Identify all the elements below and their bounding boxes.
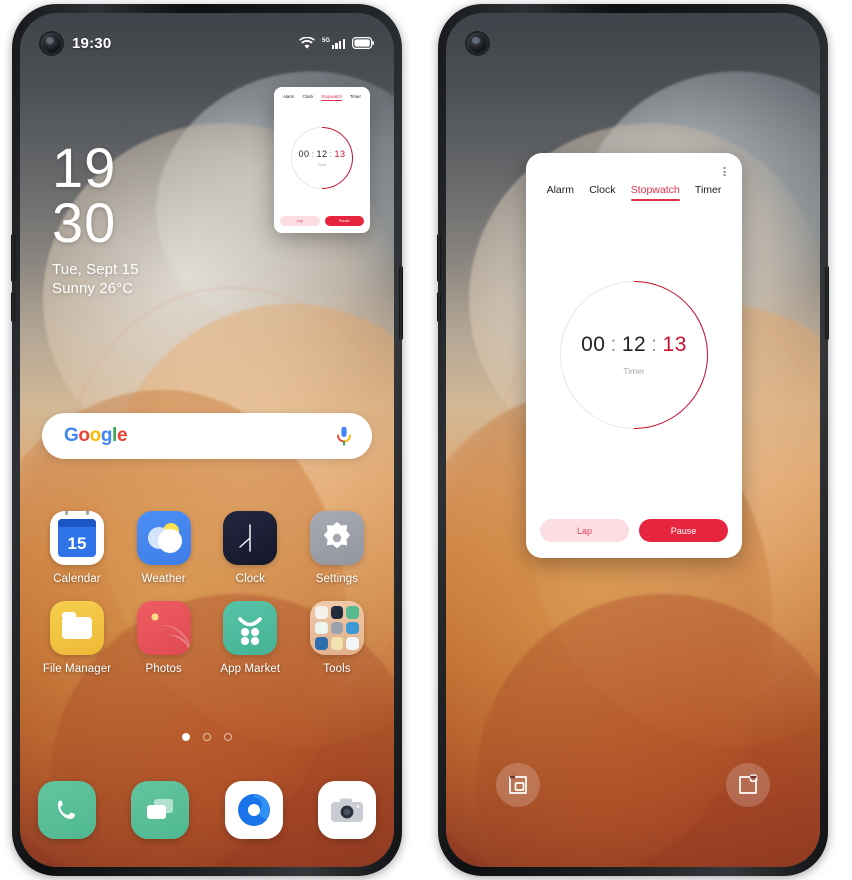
app-label: Weather	[141, 573, 186, 585]
floating-window-controls	[446, 763, 820, 807]
app-weather[interactable]: Weather	[125, 511, 203, 585]
app-label: Photos	[145, 663, 182, 675]
app-file-manager[interactable]: File Manager	[38, 601, 116, 675]
stopwatch-time: 00 : 12 : 13	[581, 333, 687, 357]
clock-widget-minutes: 30	[52, 191, 117, 255]
mini-window-tabs: Alarm Clock Stopwatch Timer	[274, 87, 370, 101]
status-bar-icons: 5G	[299, 36, 374, 50]
app-grid: 15 Calendar Weather Clock Settings File …	[38, 511, 376, 691]
volume-up-button[interactable]	[437, 234, 441, 282]
time-millis: 13	[662, 333, 687, 356]
app-photos[interactable]: Photos	[125, 601, 203, 675]
lap-button[interactable]: Lap	[280, 216, 320, 226]
app-label: File Manager	[42, 663, 112, 675]
app-market[interactable]: App Market	[211, 601, 289, 675]
stopwatch-sublabel: Timer	[317, 162, 327, 167]
stopwatch-time: 00 : 12 : 13	[298, 149, 345, 159]
pause-button[interactable]: Pause	[639, 519, 728, 542]
screen-right: Alarm Clock Stopwatch Timer 00 : 12 : 13…	[446, 13, 820, 867]
google-search-bar[interactable]: Google	[42, 413, 372, 459]
photos-icon	[136, 601, 191, 655]
page-indicator	[20, 733, 394, 741]
app-label: Settings	[315, 573, 359, 585]
file-manager-icon	[50, 601, 104, 655]
volume-up-button[interactable]	[11, 234, 15, 282]
screenshot-stage: 19:30 5G 19 30 Tue, Sept 15 Sunny 26°C G…	[0, 0, 852, 880]
phone-device-left: 19:30 5G 19 30 Tue, Sept 15 Sunny 26°C G…	[11, 4, 403, 876]
floating-clock-window[interactable]: Alarm Clock Stopwatch Timer 00 : 12 : 13…	[526, 153, 742, 558]
time-separator: :	[311, 148, 315, 159]
lap-button[interactable]: Lap	[540, 519, 629, 542]
tools-folder-icon	[309, 601, 364, 655]
app-market-icon	[223, 601, 278, 655]
clock-icon	[223, 511, 278, 565]
status-bar-time: 19:30	[72, 34, 112, 52]
app-label: App Market	[220, 663, 281, 675]
time-hours: 00	[581, 333, 606, 356]
status-bar-left: 19:30 5G	[20, 31, 394, 55]
camera-icon[interactable]	[317, 781, 376, 839]
weather-icon	[136, 511, 191, 565]
screen-left: 19:30 5G 19 30 Tue, Sept 15 Sunny 26°C G…	[20, 13, 394, 867]
float-window-icon	[739, 774, 758, 794]
clock-widget-weather: Sunny 26°C	[52, 280, 134, 298]
calendar-icon: 15	[50, 511, 104, 565]
mini-window-button[interactable]	[496, 763, 540, 807]
wifi-icon	[299, 36, 316, 49]
stopwatch-dial-area: 00 : 12 : 13 Timer	[526, 190, 742, 519]
time-minutes: 12	[621, 333, 647, 356]
mini-window-icon	[509, 775, 527, 794]
messages-icon[interactable]	[131, 781, 190, 839]
power-button[interactable]	[399, 266, 403, 340]
phone-icon[interactable]	[38, 781, 96, 839]
time-separator: :	[651, 333, 658, 356]
page-dot-1[interactable]	[182, 733, 190, 741]
app-clock[interactable]: Clock	[211, 511, 289, 585]
home-clock-widget[interactable]: 19 30 Tue, Sept 15 Sunny 26°C	[52, 136, 139, 298]
clock-window-actions: Lap Pause	[526, 519, 742, 558]
browser-icon[interactable]	[224, 781, 283, 839]
page-dot-2[interactable]	[203, 733, 211, 741]
app-row-1: 15 Calendar Weather Clock Settings	[38, 511, 376, 585]
battery-icon	[352, 37, 374, 49]
power-button[interactable]	[825, 266, 829, 340]
stopwatch-dial: 00 : 12 : 13 Timer	[278, 113, 366, 202]
time-hours: 00	[298, 148, 310, 159]
clock-widget-date: Tue, Sept 15	[52, 261, 139, 279]
pause-button[interactable]: Pause	[324, 216, 364, 226]
dock	[38, 781, 376, 839]
volume-down-button[interactable]	[437, 292, 441, 322]
time-minutes: 12	[316, 148, 328, 159]
phone-device-right: Alarm Clock Stopwatch Timer 00 : 12 : 13…	[437, 4, 829, 876]
float-window-button[interactable]	[726, 763, 770, 807]
settings-icon	[309, 511, 364, 565]
signal-5g-icon: 5G	[322, 38, 345, 49]
mini-stopwatch-dial-area: 00 : 12 : 13 Timer	[274, 99, 370, 216]
app-row-2: File Manager Photos App Market Tools	[38, 601, 376, 675]
mini-window-actions: Lap Pause	[274, 216, 370, 233]
more-vertical-icon[interactable]	[723, 167, 726, 178]
floating-mini-clock-window[interactable]: Alarm Clock Stopwatch Timer 00 : 12 : 13…	[274, 87, 370, 233]
stopwatch-sublabel: Timer	[623, 366, 645, 376]
time-separator: :	[329, 148, 333, 159]
front-camera-punchhole	[467, 33, 488, 54]
stopwatch-dial: 00 : 12 : 13 Timer	[529, 249, 739, 460]
app-label: Clock	[235, 573, 265, 585]
app-settings[interactable]: Settings	[298, 511, 376, 585]
app-label: Tools	[323, 663, 351, 675]
app-label: Calendar	[53, 573, 101, 585]
time-millis: 13	[334, 148, 346, 159]
time-separator: :	[610, 333, 617, 356]
app-tools-folder[interactable]: Tools	[298, 601, 376, 675]
volume-down-button[interactable]	[11, 292, 15, 322]
microphone-icon[interactable]	[334, 425, 354, 447]
clock-widget-hours: 19	[52, 136, 117, 199]
google-logo: Google	[64, 425, 128, 446]
page-dot-3[interactable]	[224, 733, 232, 741]
app-calendar[interactable]: 15 Calendar	[38, 511, 116, 585]
